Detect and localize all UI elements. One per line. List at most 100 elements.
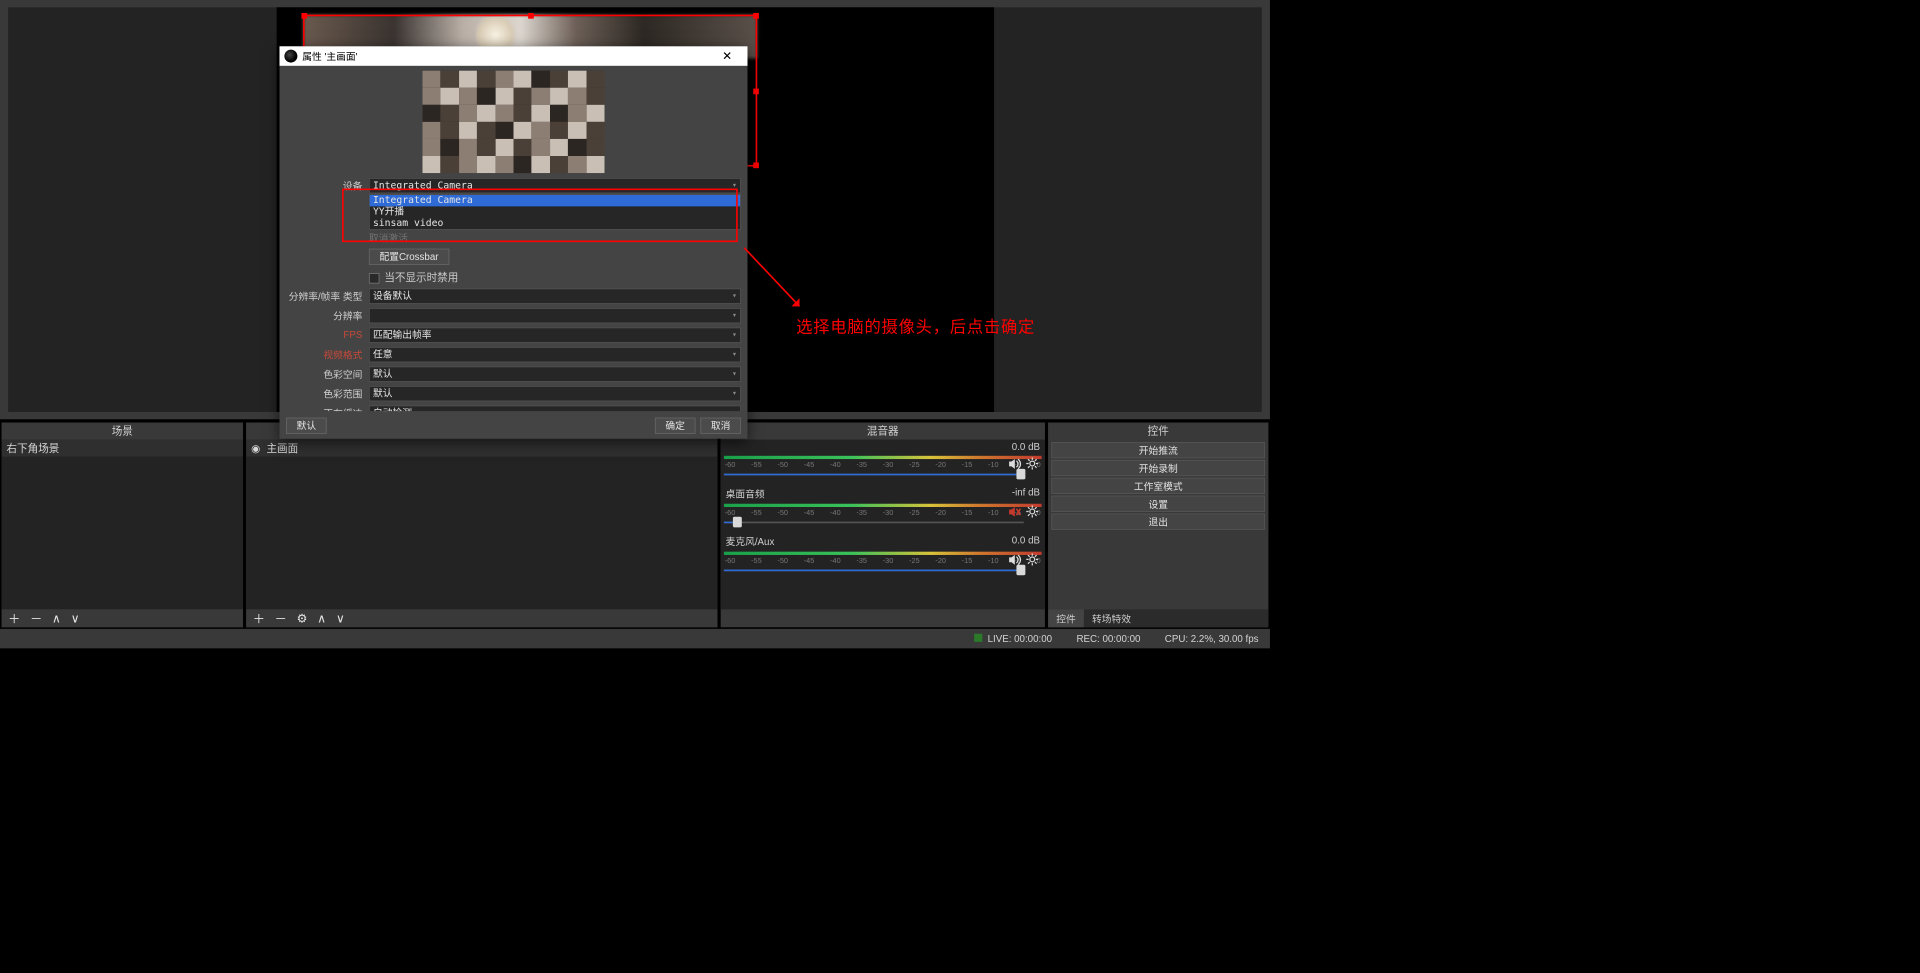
device-dropdown[interactable]: Integrated Camera YY开播 sinsam video <box>369 194 741 230</box>
color-space-combo[interactable]: 默认 <box>369 366 741 381</box>
resolution-combo[interactable] <box>369 308 741 323</box>
properties-dialog: 属性 '主画面' ✕ 设备 Integrated Camera Integrat… <box>280 46 748 438</box>
gear-icon[interactable] <box>1026 553 1038 568</box>
volume-slider[interactable] <box>724 565 1042 576</box>
volume-slider[interactable] <box>724 517 1042 528</box>
scenes-panel: 场景 右下角场景 ＋ － ∧ ∨ <box>2 423 243 628</box>
status-live-text: LIVE: 00:00:00 <box>988 633 1053 644</box>
deactivate-when-hidden-row: 当不显示时禁用 <box>286 267 741 285</box>
status-rec: REC: 00:00:00 <box>1076 633 1140 644</box>
resolution-label: 分辨率 <box>286 308 369 322</box>
color-range-label: 色彩范围 <box>286 386 369 400</box>
visibility-icon[interactable]: ◉ <box>251 442 260 454</box>
scene-item[interactable]: 右下角场景 <box>2 440 243 457</box>
resolution-type-label: 分辨率/帧率 类型 <box>286 289 369 303</box>
device-option[interactable]: YY开播 <box>370 206 741 217</box>
live-indicator-icon <box>975 634 983 642</box>
speaker-icon[interactable] <box>1008 458 1021 472</box>
gear-icon[interactable] <box>1026 505 1038 520</box>
controls-body: 开始推流开始录制工作室模式设置退出 <box>1048 440 1268 610</box>
cancel-button[interactable]: 取消 <box>700 418 741 434</box>
ok-button[interactable]: 确定 <box>655 418 696 434</box>
mixer-channel-level: 0.0 dB <box>1012 441 1040 452</box>
scenes-header: 场景 <box>2 423 243 440</box>
control-button[interactable]: 退出 <box>1051 514 1265 530</box>
remove-icon[interactable]: － <box>275 610 287 627</box>
deactivate-hidden-row: 取消激活 <box>286 228 741 246</box>
video-format-label: 视频格式 <box>286 347 369 361</box>
sources-list[interactable]: ◉ 主画面 <box>246 440 717 610</box>
gear-icon[interactable] <box>1026 457 1038 472</box>
control-button[interactable]: 开始推流 <box>1051 442 1265 458</box>
source-item[interactable]: ◉ 主画面 <box>246 440 717 457</box>
resize-handle[interactable] <box>528 13 534 19</box>
add-icon[interactable]: ＋ <box>253 610 265 627</box>
annotation-text: 选择电脑的摄像头，后点击确定 <box>796 314 1035 338</box>
buffering-label: 正在缓冲 <box>286 406 369 411</box>
deactivate-checkbox[interactable] <box>369 273 380 284</box>
level-meter <box>724 552 1042 555</box>
resolution-type-combo[interactable]: 设备默认 <box>369 288 741 303</box>
resize-handle[interactable] <box>301 13 307 19</box>
configure-crossbar-button[interactable]: 配置Crossbar <box>369 249 449 265</box>
dialog-titlebar[interactable]: 属性 '主画面' ✕ <box>280 46 748 66</box>
mixer-header: 混音器 <box>721 423 1045 440</box>
move-up-icon[interactable]: ∧ <box>317 611 326 626</box>
device-combo[interactable]: Integrated Camera <box>369 178 741 193</box>
scenes-list[interactable]: 右下角场景 <box>2 440 243 610</box>
status-bar: LIVE: 00:00:00 REC: 00:00:00 CPU: 2.2%, … <box>0 629 1270 649</box>
status-cpu: CPU: 2.2%, 30.00 fps <box>1165 633 1259 644</box>
fps-label: FPS <box>286 329 369 340</box>
crossbar-row: 配置Crossbar <box>286 248 741 266</box>
move-down-icon[interactable]: ∨ <box>71 611 80 626</box>
color-range-combo[interactable]: 默认 <box>369 386 741 401</box>
dialog-title-text: 属性 '主画面' <box>302 49 357 63</box>
mixer-body: 0.0 dB -60-55-50-45-40-35-30-25-20-15-10-… <box>721 440 1045 610</box>
buffering-combo[interactable]: 自动检测 <box>369 405 741 411</box>
control-button[interactable]: 设置 <box>1051 496 1265 512</box>
resize-handle[interactable] <box>753 88 759 94</box>
move-up-icon[interactable]: ∧ <box>52 611 61 626</box>
scenes-toolbar: ＋ － ∧ ∨ <box>2 609 243 627</box>
mixer-channel: 0.0 dB -60-55-50-45-40-35-30-25-20-15-10-… <box>721 440 1045 486</box>
mixer-panel: 混音器 0.0 dB -60-55-50-45-40-35-30-25-20-15… <box>721 423 1045 628</box>
level-meter <box>724 456 1042 459</box>
controls-header: 控件 <box>1048 423 1268 440</box>
control-button[interactable]: 工作室模式 <box>1051 478 1265 494</box>
control-button[interactable]: 开始录制 <box>1051 460 1265 476</box>
device-label: 设备 <box>286 178 369 192</box>
obs-logo-icon <box>284 50 297 63</box>
add-icon[interactable]: ＋ <box>8 610 20 627</box>
controls-tabs: 控件 转场特效 <box>1048 609 1268 627</box>
blurred-preview-image <box>423 71 605 173</box>
volume-slider[interactable] <box>724 469 1042 480</box>
deactivate-hidden-label: 取消激活 <box>369 230 741 244</box>
device-option[interactable]: sinsam video <box>370 217 741 228</box>
move-down-icon[interactable]: ∨ <box>336 611 345 626</box>
speaker-icon[interactable] <box>1008 554 1021 568</box>
mixer-channel-level: 0.0 dB <box>1012 535 1040 549</box>
dialog-button-row: 默认 确定 取消 <box>286 418 741 434</box>
tab-controls[interactable]: 控件 <box>1048 609 1084 627</box>
dialog-form: 设备 Integrated Camera Integrated Camera Y… <box>286 176 741 411</box>
gear-icon[interactable]: ⚙ <box>297 611 308 626</box>
resize-handle[interactable] <box>753 163 759 169</box>
mixer-channel: 桌面音频-inf dB-60-55-50-45-40-35-30-25-20-1… <box>721 485 1045 533</box>
status-live: LIVE: 00:00:00 <box>975 633 1053 644</box>
close-icon[interactable]: ✕ <box>712 49 743 64</box>
fps-combo[interactable]: 匹配输出帧率 <box>369 327 741 342</box>
remove-icon[interactable]: － <box>30 610 42 627</box>
speaker-muted-icon[interactable] <box>1008 506 1021 520</box>
device-option[interactable]: Integrated Camera <box>370 195 741 206</box>
mixer-channel-name: 麦克风/Aux <box>726 535 775 549</box>
tab-transitions[interactable]: 转场特效 <box>1084 609 1139 627</box>
defaults-button[interactable]: 默认 <box>286 418 327 434</box>
color-space-label: 色彩空间 <box>286 367 369 381</box>
meter-ticks: -60-55-50-45-40-35-30-25-20-15-10-50 <box>724 509 1042 517</box>
device-row: 设备 Integrated Camera Integrated Camera Y… <box>286 176 741 194</box>
video-format-combo[interactable]: 任意 <box>369 347 741 362</box>
resize-handle[interactable] <box>753 13 759 19</box>
meter-ticks: -60-55-50-45-40-35-30-25-20-15-10-50 <box>724 461 1042 469</box>
mixer-channel-level: -inf dB <box>1012 487 1040 501</box>
level-meter <box>724 504 1042 507</box>
